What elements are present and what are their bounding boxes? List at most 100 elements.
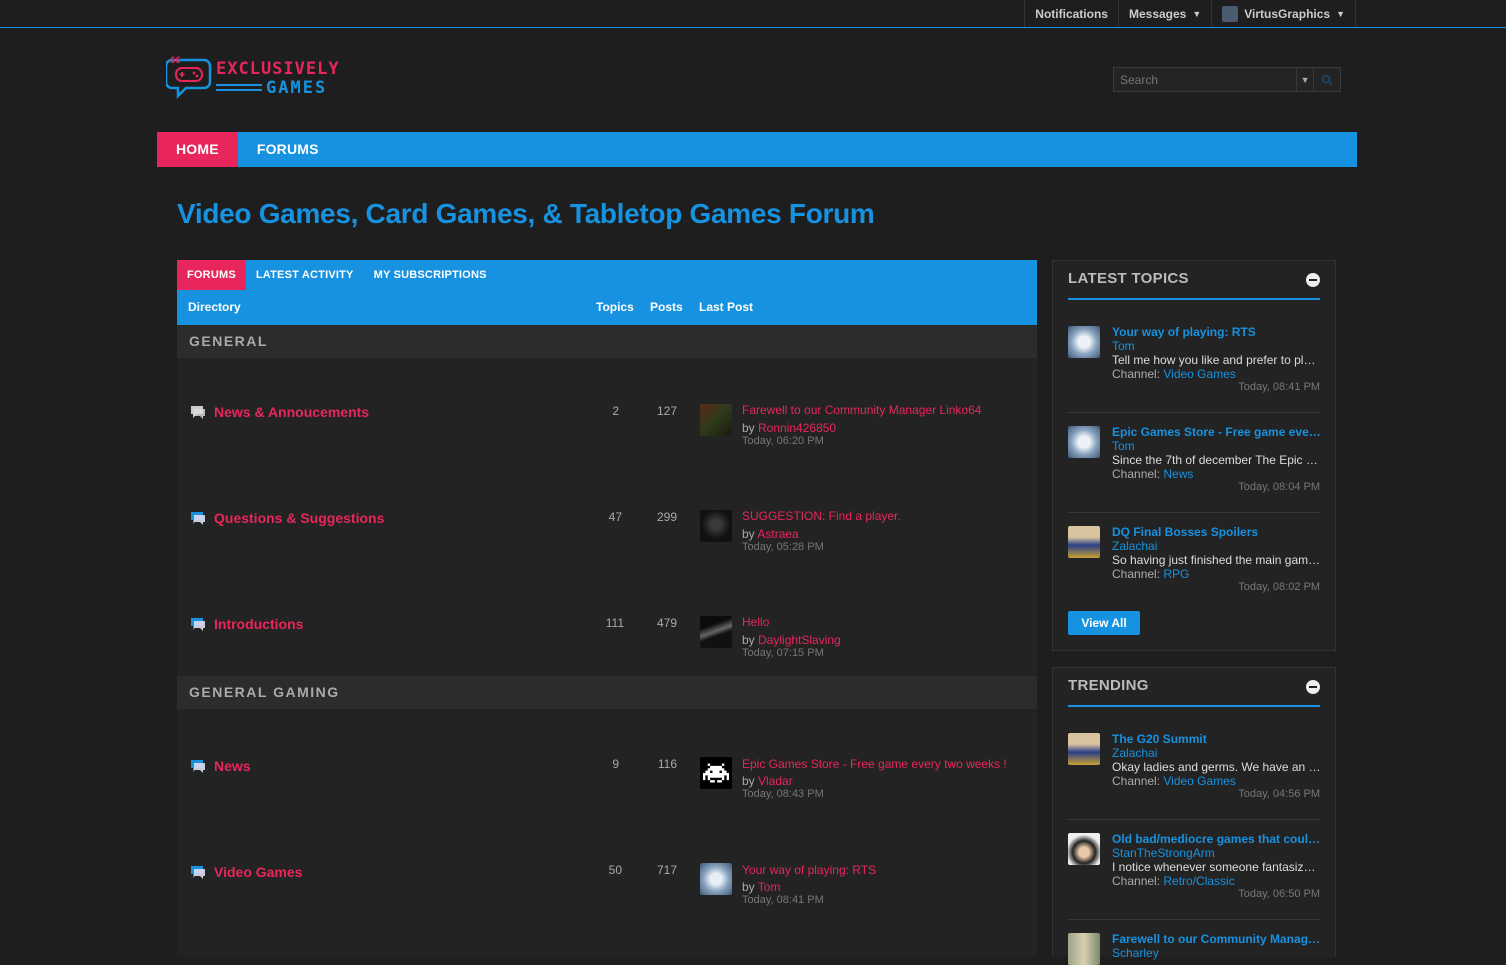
last-post-author: by Vladar [742,774,793,788]
column-header: Directory Topics Posts Last Post [177,290,1037,325]
notifications-link[interactable]: Notifications [1024,0,1118,27]
latest-topics-widget: LATEST TOPICS Your way of playing: RTS T… [1052,260,1336,651]
last-post-link[interactable]: Hello [742,615,769,629]
soldier-avatar[interactable] [700,404,732,436]
tab-latest-activity[interactable]: LATEST ACTIVITY [246,260,364,290]
topic-title[interactable]: Old bad/mediocre games that could be rem… [1112,832,1322,846]
user-menu[interactable]: VirtusGraphics ▼ [1211,0,1356,27]
forum-link[interactable]: News & Annoucements [214,404,369,420]
channel-label: Channel: [1112,567,1164,581]
messages-label: Messages [1128,6,1187,21]
space-invader-avatar[interactable] [700,757,732,789]
collapse-icon[interactable] [1306,680,1320,694]
chat-bubble-icon [191,618,205,631]
search-button[interactable] [1314,67,1341,92]
chevron-down-icon: ▼ [1336,8,1345,19]
topic-item[interactable]: Your way of playing: RTS Tom Tell me how… [1068,313,1322,413]
by-label: by [742,421,759,435]
column-last-post: Last Post [699,300,754,314]
topic-item[interactable]: DQ Final Bosses Spoilers Zalachai So hav… [1068,513,1322,597]
topic-author[interactable]: Zalachai [1112,746,1157,760]
forum-link[interactable]: Questions & Suggestions [214,510,384,526]
tab-my-subscriptions[interactable]: MY SUBSCRIPTIONS [364,260,497,290]
post-count: 116 [657,757,677,771]
topic-item[interactable]: Farewell to our Community Manager Linko6… [1068,920,1322,965]
topic-title[interactable]: Epic Games Store - Free game every two w… [1112,425,1322,439]
avatar[interactable] [1068,526,1100,558]
forum-row: Questions & Suggestions 47 299 SUGGESTIO… [177,464,1037,570]
last-post-link[interactable]: Your way of playing: RTS [742,863,876,877]
page-title: Video Games, Card Games, & Tabletop Game… [177,198,875,229]
tab-forums[interactable]: FORUMS [177,260,246,290]
column-directory: Directory [188,300,241,314]
channel-label: Channel: [1112,367,1164,381]
topic-author[interactable]: Tom [1112,339,1135,353]
post-count: 479 [656,616,677,630]
topic-snippet: Since the 7th of december The Epic Games… [1112,453,1322,467]
topic-author[interactable]: Zalachai [1112,539,1157,553]
topic-item[interactable]: Epic Games Store - Free game every two w… [1068,413,1322,513]
topic-count: 50 [608,863,622,877]
hooded-avatar[interactable] [700,510,732,542]
avatar[interactable] [1068,326,1100,358]
channel-label: Channel: [1112,774,1164,788]
topic-date: Today, 08:02 PM [1238,581,1320,593]
user-link[interactable]: Ronnin426850 [758,421,836,435]
topic-item[interactable]: Old bad/mediocre games that could be rem… [1068,820,1322,920]
user-link[interactable]: Astraea [757,527,798,541]
post-count: 299 [656,510,677,524]
avatar[interactable] [1068,833,1100,865]
channel-link[interactable]: Video Games [1163,774,1236,788]
post-count: 127 [656,404,677,418]
moon-face-avatar[interactable] [700,863,732,895]
channel-link[interactable]: Video Games [1163,367,1236,381]
channel-link[interactable]: Retro/Classic [1163,874,1234,888]
gamepad-chat-icon: 66 EXCLUSIVELY GAMES [164,56,339,100]
search-options-dropdown[interactable]: ▼ [1296,67,1315,92]
view-all-button[interactable]: View All [1068,611,1140,635]
topic-author[interactable]: StanTheStrongArm [1112,846,1215,860]
chat-bubble-icon [191,512,205,525]
widget-header: LATEST TOPICS [1068,261,1320,300]
topic-author[interactable]: Tom [1112,439,1135,453]
widget-title: TRENDING [1068,677,1149,694]
last-post-link[interactable]: Epic Games Store - Free game every two w… [742,757,1007,771]
forum-directory: FORUMS LATEST ACTIVITY MY SUBSCRIPTIONS … [177,260,1037,957]
avatar[interactable] [1068,933,1100,965]
topic-item[interactable]: The G20 Summit Zalachai Okay ladies and … [1068,720,1322,820]
dark-avatar[interactable] [700,616,732,648]
site-logo[interactable]: 66 EXCLUSIVELY GAMES [164,52,381,102]
avatar[interactable] [1068,733,1100,765]
topic-author[interactable]: Scharley [1112,946,1159,960]
forum-link[interactable]: Video Games [214,864,302,880]
channel-link[interactable]: News [1163,467,1193,481]
forum-link[interactable]: Introductions [214,616,303,632]
channel-link[interactable]: RPG [1163,567,1189,581]
topic-title[interactable]: Your way of playing: RTS [1112,325,1322,339]
last-post-link[interactable]: SUGGESTION: Find a player. [742,509,901,523]
topic-count: 9 [612,757,619,771]
topic-title[interactable]: DQ Final Bosses Spoilers [1112,525,1322,539]
messages-menu[interactable]: Messages ▼ [1117,0,1211,27]
avatar[interactable] [1068,426,1100,458]
user-link[interactable]: Tom [758,880,781,894]
last-post-link[interactable]: Farewell to our Community Manager Linko6… [742,403,981,417]
topic-snippet: Tell me how you like and prefer to play … [1112,353,1322,367]
topic-date: Today, 04:56 PM [1238,788,1320,800]
search-input[interactable] [1113,67,1297,92]
topic-title[interactable]: Farewell to our Community Manager Linko6… [1112,932,1322,946]
nav-home[interactable]: HOME [157,132,238,167]
forum-tabs: FORUMS LATEST ACTIVITY MY SUBSCRIPTIONS [177,260,1037,290]
by-label: by [742,633,759,647]
user-link[interactable]: Vladar [758,774,793,788]
forum-link[interactable]: News [214,758,251,774]
last-post-time: Today, 07:15 PM [742,647,824,659]
collapse-icon[interactable] [1306,273,1320,287]
space-invader-icon [703,763,729,783]
main-nav: HOME FORUMS [157,132,1357,167]
nav-forums[interactable]: FORUMS [238,132,338,167]
user-link[interactable]: DaylightSlaving [758,633,841,647]
topic-title[interactable]: The G20 Summit [1112,732,1322,746]
by-label: by [742,527,758,541]
chevron-down-icon: ▼ [1192,8,1202,19]
